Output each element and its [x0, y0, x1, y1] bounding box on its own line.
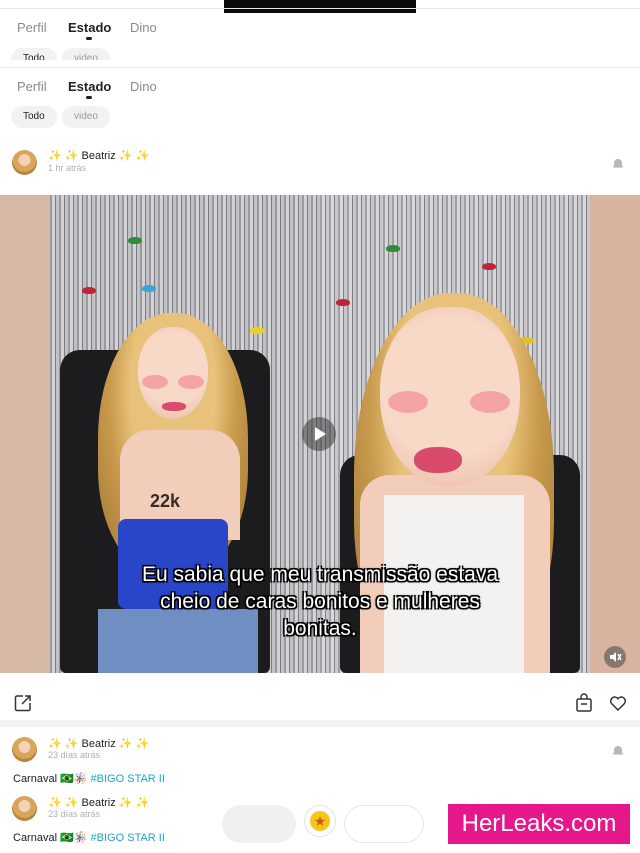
blush [178, 375, 204, 389]
filter-todo[interactable]: Todo [11, 106, 57, 128]
post-body: Carnaval 🇧🇷🪅 [13, 773, 88, 785]
tab-perfil[interactable]: Perfil [17, 79, 47, 94]
mute-icon[interactable] [604, 646, 626, 668]
blush [142, 375, 168, 389]
tab-estado[interactable]: Estado [68, 79, 111, 94]
post-separator [0, 720, 640, 727]
filter-todo[interactable]: Todo [11, 48, 57, 60]
bell-icon[interactable] [611, 156, 625, 170]
bell-icon[interactable] [611, 743, 625, 757]
tab-indicator [86, 96, 92, 99]
tab-perfil[interactable]: Perfil [17, 20, 47, 35]
mask-decoration [386, 245, 400, 252]
video-player[interactable]: 22k Eu sabia que meu transmissão estava … [0, 195, 640, 673]
tab-bar: Perfil Estado Dino [0, 79, 640, 103]
tab-dino[interactable]: Dino [130, 20, 157, 35]
filter-chips-ghost: Todo video [0, 48, 640, 60]
header-divider [0, 67, 640, 68]
body-text-22k: 22k [150, 491, 181, 511]
lips [414, 447, 462, 473]
tab-estado[interactable]: Estado [68, 20, 111, 35]
tab-indicator [86, 37, 92, 40]
lips [162, 402, 186, 411]
post-text: Carnaval 🇧🇷🪅 #BIGO STAR II [13, 772, 165, 785]
post-author[interactable]: ✨ ✨ Beatriz ✨ ✨ [48, 149, 149, 162]
gift-button[interactable]: ★ [304, 805, 336, 837]
tab-dino[interactable]: Dino [130, 79, 157, 94]
avatar[interactable] [12, 737, 37, 762]
message-input[interactable] [344, 805, 424, 843]
filter-video[interactable]: video [62, 48, 110, 60]
heart-icon[interactable] [608, 693, 628, 713]
play-icon[interactable] [302, 417, 336, 451]
status-bar-overlay [224, 0, 416, 13]
speaker-icon [610, 652, 622, 662]
share-icon[interactable] [13, 693, 33, 713]
hashtag-link[interactable]: #BIGO STAR II [91, 773, 165, 785]
blush [470, 391, 510, 413]
comment-input[interactable] [222, 805, 296, 843]
filter-video[interactable]: video [62, 106, 110, 128]
watermark: HerLeaks.com [448, 804, 630, 844]
blush [388, 391, 428, 413]
filter-chips: Todo video [0, 106, 640, 130]
top-divider [0, 8, 640, 9]
mask-decoration [82, 287, 96, 294]
post-time: 1 hr atrás [48, 163, 87, 173]
mask-decoration [482, 263, 496, 270]
post-time: 23 días atrás [48, 750, 101, 760]
star-icon: ★ [310, 811, 330, 831]
mask-decoration [336, 299, 350, 306]
avatar[interactable] [12, 150, 37, 175]
mask-decoration [142, 285, 156, 292]
post-author[interactable]: ✨ ✨ Beatriz ✨ ✨ [48, 737, 149, 750]
video-caption: Eu sabia que meu transmissão estava chei… [141, 563, 499, 640]
mask-decoration [128, 237, 142, 244]
bag-icon[interactable] [574, 693, 594, 713]
tab-bar-ghost: Perfil Estado Dino [0, 20, 640, 44]
mask-decoration [250, 327, 264, 334]
